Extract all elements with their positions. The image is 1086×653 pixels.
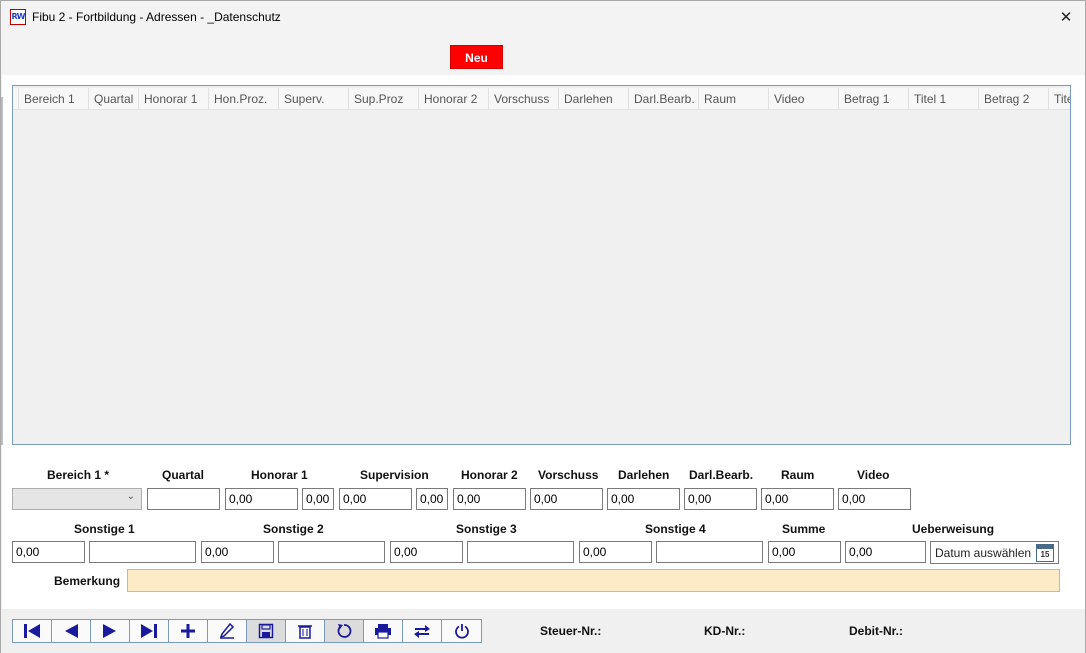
bemerkung-input[interactable]	[127, 569, 1060, 592]
title-bar: RW Fibu 2 - Fortbildung - Adressen - _Da…	[1, 1, 1085, 33]
ueberweisung-amount-input[interactable]: 0,00	[845, 541, 926, 563]
delete-record-button[interactable]	[286, 620, 325, 642]
grid-column-header[interactable]: Betrag 2	[979, 88, 1049, 110]
edit-icon	[219, 623, 235, 639]
supervision-input[interactable]: 0,00	[339, 488, 412, 510]
edit-record-button[interactable]	[208, 620, 247, 642]
grid-column-header[interactable]: Honorar 2	[419, 88, 489, 110]
previous-record-icon	[65, 624, 78, 638]
next-record-icon	[103, 624, 116, 638]
calendar-icon[interactable]: 15	[1036, 544, 1054, 562]
last-record-icon	[141, 624, 157, 638]
grid-column-header[interactable]: Betrag 1	[839, 88, 909, 110]
print-button[interactable]	[364, 620, 403, 642]
date-placeholder: Datum auswählen	[935, 546, 1032, 560]
label-bereich1: Bereich 1 *	[47, 468, 110, 482]
first-record-button[interactable]	[13, 620, 52, 642]
app-logo-icon: RW	[10, 9, 26, 25]
label-sonstige3: Sonstige 3	[456, 522, 517, 536]
close-button[interactable]: ✕	[1053, 5, 1079, 29]
label-darlehen: Darlehen	[618, 468, 670, 482]
grid-column-header[interactable]: Quartal	[89, 88, 139, 110]
darlehen-input[interactable]: 0,00	[607, 488, 680, 510]
records-grid[interactable]: Bereich 1 Quartal Honorar 1 Hon.Proz. Su…	[12, 85, 1071, 445]
power-icon	[454, 624, 469, 639]
hon-proz-input[interactable]: 0,00	[302, 488, 334, 510]
label-raum: Raum	[781, 468, 815, 482]
label-vorschuss: Vorschuss	[538, 468, 599, 482]
honorar2-input[interactable]: 0,00	[453, 488, 526, 510]
window-title: Fibu 2 - Fortbildung - Adressen - _Daten…	[32, 10, 281, 24]
sonstige1-amount-input[interactable]: 0,00	[12, 541, 85, 563]
video-input[interactable]: 0,00	[838, 488, 911, 510]
grid-header: Bereich 1 Quartal Honorar 1 Hon.Proz. Su…	[13, 88, 1070, 110]
label-sonstige4: Sonstige 4	[645, 522, 706, 536]
grid-column-header[interactable]: Titel	[1049, 88, 1070, 110]
new-button[interactable]: Neu	[450, 45, 503, 69]
first-record-icon	[24, 624, 40, 638]
label-video: Video	[857, 468, 890, 482]
transfer-icon	[414, 625, 430, 638]
grid-column-header[interactable]: Bereich 1	[19, 88, 89, 110]
bereich1-select[interactable]: ⌄	[12, 488, 142, 510]
label-honorar1: Honorar 1	[251, 468, 308, 482]
label-bemerkung: Bemerkung	[54, 574, 121, 588]
app-window: RW Fibu 2 - Fortbildung - Adressen - _Da…	[0, 0, 1086, 653]
label-quartal: Quartal	[162, 468, 205, 482]
debit-nr-label: Debit-Nr.:	[849, 624, 903, 638]
label-supervision: Supervision	[360, 468, 429, 482]
save-record-button[interactable]	[247, 620, 286, 642]
chevron-down-icon: ⌄	[126, 491, 135, 502]
sonstige1-text-input[interactable]	[89, 541, 196, 563]
sonstige4-text-input[interactable]	[656, 541, 763, 563]
undo-button[interactable]	[325, 620, 364, 642]
record-toolbar	[12, 619, 482, 643]
quartal-input[interactable]	[147, 488, 220, 510]
delete-icon	[298, 625, 312, 639]
vorschuss-input[interactable]: 0,00	[530, 488, 603, 510]
label-sonstige1: Sonstige 1	[74, 522, 135, 536]
grid-column-header[interactable]: Hon.Proz.	[209, 88, 279, 110]
grid-column-header[interactable]: Superv.	[279, 88, 349, 110]
print-icon	[375, 624, 391, 639]
power-button[interactable]	[442, 620, 481, 642]
window-edge	[1, 97, 3, 445]
sup-proz-input[interactable]: 0,00	[416, 488, 448, 510]
undo-icon	[337, 624, 352, 638]
grid-column-header[interactable]: Sup.Proz	[349, 88, 419, 110]
previous-record-button[interactable]	[52, 620, 91, 642]
grid-column-header[interactable]: Darlehen	[559, 88, 629, 110]
label-ueberweisung: Ueberweisung	[912, 522, 995, 536]
save-icon	[258, 623, 274, 639]
honorar1-input[interactable]: 0,00	[225, 488, 298, 510]
last-record-button[interactable]	[130, 620, 169, 642]
label-sonstige2: Sonstige 2	[263, 522, 324, 536]
calendar-icon-day: 15	[1040, 550, 1050, 559]
grid-column-header[interactable]: Honorar 1	[139, 88, 209, 110]
summe-input[interactable]: 0,00	[768, 541, 841, 563]
grid-column-header[interactable]: Video	[769, 88, 839, 110]
sonstige3-amount-input[interactable]: 0,00	[390, 541, 463, 563]
grid-column-header[interactable]: Titel 1	[909, 88, 979, 110]
transfer-button[interactable]	[403, 620, 442, 642]
steuer-nr-label: Steuer-Nr.:	[540, 624, 602, 638]
sonstige4-amount-input[interactable]: 0,00	[579, 541, 652, 563]
ueberweisung-date-picker[interactable]: Datum auswählen 15	[930, 541, 1059, 564]
kd-nr-label: KD-Nr.:	[704, 624, 746, 638]
add-icon	[181, 624, 195, 638]
grid-column-header[interactable]: Raum	[699, 88, 769, 110]
sonstige2-text-input[interactable]	[278, 541, 385, 563]
sonstige3-text-input[interactable]	[467, 541, 574, 563]
add-record-button[interactable]	[169, 620, 208, 642]
label-summe: Summe	[782, 522, 826, 536]
next-record-button[interactable]	[91, 620, 130, 642]
grid-column-header[interactable]: Darl.Bearb.	[629, 88, 699, 110]
label-honorar2: Honorar 2	[461, 468, 518, 482]
grid-column-header[interactable]: Vorschuss	[489, 88, 559, 110]
sonstige2-amount-input[interactable]: 0,00	[201, 541, 274, 563]
raum-input[interactable]: 0,00	[761, 488, 834, 510]
label-darl-bearb: Darl.Bearb.	[689, 468, 754, 482]
top-toolbar	[1, 33, 1085, 75]
darl-bearb-input[interactable]: 0,00	[684, 488, 757, 510]
